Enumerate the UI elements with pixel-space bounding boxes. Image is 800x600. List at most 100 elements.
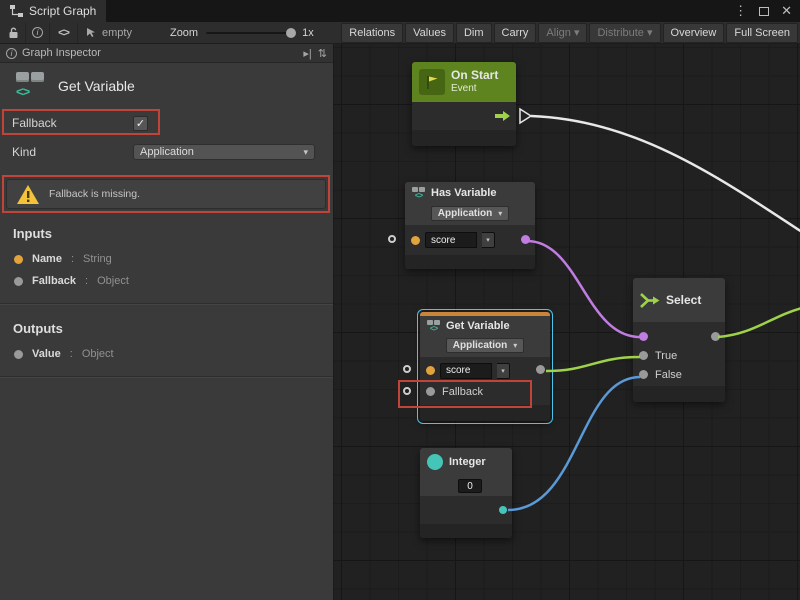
fallback-checkbox[interactable]: ✓	[133, 116, 148, 131]
tab-script-graph[interactable]: Script Graph	[0, 0, 106, 22]
port-name: Name	[32, 253, 62, 265]
lock-button[interactable]	[2, 23, 26, 43]
inputs-heading: Inputs	[0, 209, 333, 248]
object-port-icon	[14, 277, 23, 286]
unconnected-port-ring[interactable]	[403, 387, 411, 395]
variable-name-field[interactable]: score	[440, 363, 492, 379]
inspector-title: Graph Inspector	[22, 47, 101, 59]
relations-button[interactable]: Relations	[341, 23, 403, 43]
get-variable-name-row: score ▾	[426, 360, 544, 381]
variable-picker-button[interactable]: ▾	[497, 363, 510, 379]
kind-dropdown[interactable]: Application ▾	[431, 206, 509, 221]
has-variable-footer	[405, 255, 535, 269]
code-view-button[interactable]: <>	[50, 23, 78, 43]
node-has-variable[interactable]: <> Has Variable Application ▾ score ▾	[405, 182, 535, 269]
node-integer[interactable]: Integer 0	[420, 448, 512, 538]
input-port-row-fallback: Fallback : Object	[0, 270, 333, 292]
output-port-row-value: Value : Object	[0, 343, 333, 365]
divider	[0, 376, 333, 377]
value-output-port[interactable]	[536, 365, 545, 374]
node-on-start[interactable]: On Start Event	[412, 62, 516, 146]
flow-arrow-icon[interactable]	[495, 110, 511, 122]
align-button[interactable]: Align ▾	[538, 23, 587, 43]
select-title: Select	[666, 293, 701, 307]
kebab-menu-icon[interactable]: ⋮	[734, 3, 747, 19]
expand-panel-icon[interactable]: ▸|	[303, 47, 311, 60]
integer-header: Integer	[420, 448, 512, 476]
scroll-arrows-icon[interactable]: ⇅	[318, 47, 327, 60]
wire-flow-onstart[interactable]	[531, 116, 800, 232]
selection-indicator: empty	[78, 27, 140, 39]
chevron-down-icon: ▾	[513, 341, 517, 350]
close-window-icon[interactable]: ✕	[781, 3, 792, 19]
node-get-variable[interactable]: <> Get Variable Application ▾ score ▾	[420, 312, 550, 421]
integer-output-port[interactable]	[499, 506, 507, 514]
name-input-port[interactable]	[411, 236, 420, 245]
true-port-label: True	[655, 350, 677, 362]
graph-canvas[interactable]: On Start Event <> Has Variable Applicati…	[334, 44, 800, 600]
chevron-down-icon: ▾	[501, 367, 505, 375]
variable-name-value: score	[446, 365, 470, 376]
fallback-input-port[interactable]	[426, 387, 435, 396]
kind-dropdown[interactable]: Application ▾	[446, 338, 524, 353]
info-icon: i	[6, 48, 17, 59]
flag-icon-box	[419, 69, 445, 95]
values-button[interactable]: Values	[405, 23, 454, 43]
get-variable-title: Get Variable	[446, 320, 510, 332]
name-input-port[interactable]	[426, 366, 435, 375]
lock-icon	[8, 27, 19, 39]
select-body: True False	[633, 322, 725, 386]
get-variable-fallback-row: Fallback	[426, 381, 544, 402]
false-input-port[interactable]	[639, 370, 648, 379]
bool-output-port[interactable]	[521, 235, 530, 244]
flow-port-triangle[interactable]	[520, 109, 531, 123]
outputs-heading: Outputs	[0, 304, 333, 343]
zoom-control: Zoom 1x	[170, 27, 314, 39]
node-select[interactable]: Select True False	[633, 278, 725, 402]
restore-window-icon[interactable]	[759, 7, 769, 16]
on-start-subtitle: Event	[451, 83, 498, 96]
chevron-down-icon: ▾	[486, 236, 490, 244]
integer-body	[420, 496, 512, 524]
zoom-slider[interactable]	[206, 32, 294, 34]
flag-icon	[425, 75, 439, 90]
dim-button[interactable]: Dim	[456, 23, 492, 43]
port-type: Object	[97, 275, 129, 287]
kind-field-label: Kind	[12, 145, 133, 159]
has-variable-kind-row: Application ▾	[405, 204, 535, 225]
info-toggle-button[interactable]: i	[26, 23, 50, 43]
select-condition-row	[639, 327, 719, 346]
code-brackets-icon: <>	[16, 84, 29, 99]
variable-unit-icon: <>	[427, 320, 440, 333]
window-titlebar: Script Graph ⋮ ✕	[0, 0, 800, 22]
get-variable-kind-row: Application ▾	[420, 336, 550, 357]
variable-picker-button[interactable]: ▾	[482, 232, 495, 248]
carry-button[interactable]: Carry	[494, 23, 537, 43]
wire-layer	[334, 44, 800, 600]
fullscreen-button[interactable]: Full Screen	[726, 23, 798, 43]
overview-button[interactable]: Overview	[663, 23, 725, 43]
unconnected-port-ring[interactable]	[388, 235, 396, 243]
wire-select-output[interactable]	[718, 308, 800, 337]
zoom-label: Zoom	[170, 27, 198, 39]
input-port-row-name: Name : String	[0, 248, 333, 270]
chevron-down-icon: ▾	[303, 147, 308, 158]
kind-dropdown[interactable]: Application ▾	[133, 144, 315, 160]
kind-field-row: Kind Application ▾	[0, 141, 333, 163]
colon: :	[70, 348, 73, 360]
chevron-down-icon: ▾	[498, 209, 502, 218]
condition-input-port[interactable]	[639, 332, 648, 341]
wire-value-true[interactable]	[546, 357, 640, 371]
zoom-slider-knob[interactable]	[286, 28, 296, 38]
warning-helpbox: Fallback is missing.	[6, 179, 326, 209]
code-icon: <>	[58, 27, 69, 39]
selection-label: empty	[102, 27, 132, 39]
select-icon	[640, 292, 660, 309]
unconnected-port-ring[interactable]	[403, 365, 411, 373]
true-input-port[interactable]	[639, 351, 648, 360]
selection-output-port[interactable]	[711, 332, 720, 341]
integer-value-field[interactable]: 0	[458, 479, 482, 493]
variable-name-field[interactable]: score	[425, 232, 477, 248]
kind-value: Application	[438, 208, 492, 219]
distribute-button[interactable]: Distribute ▾	[589, 23, 660, 43]
